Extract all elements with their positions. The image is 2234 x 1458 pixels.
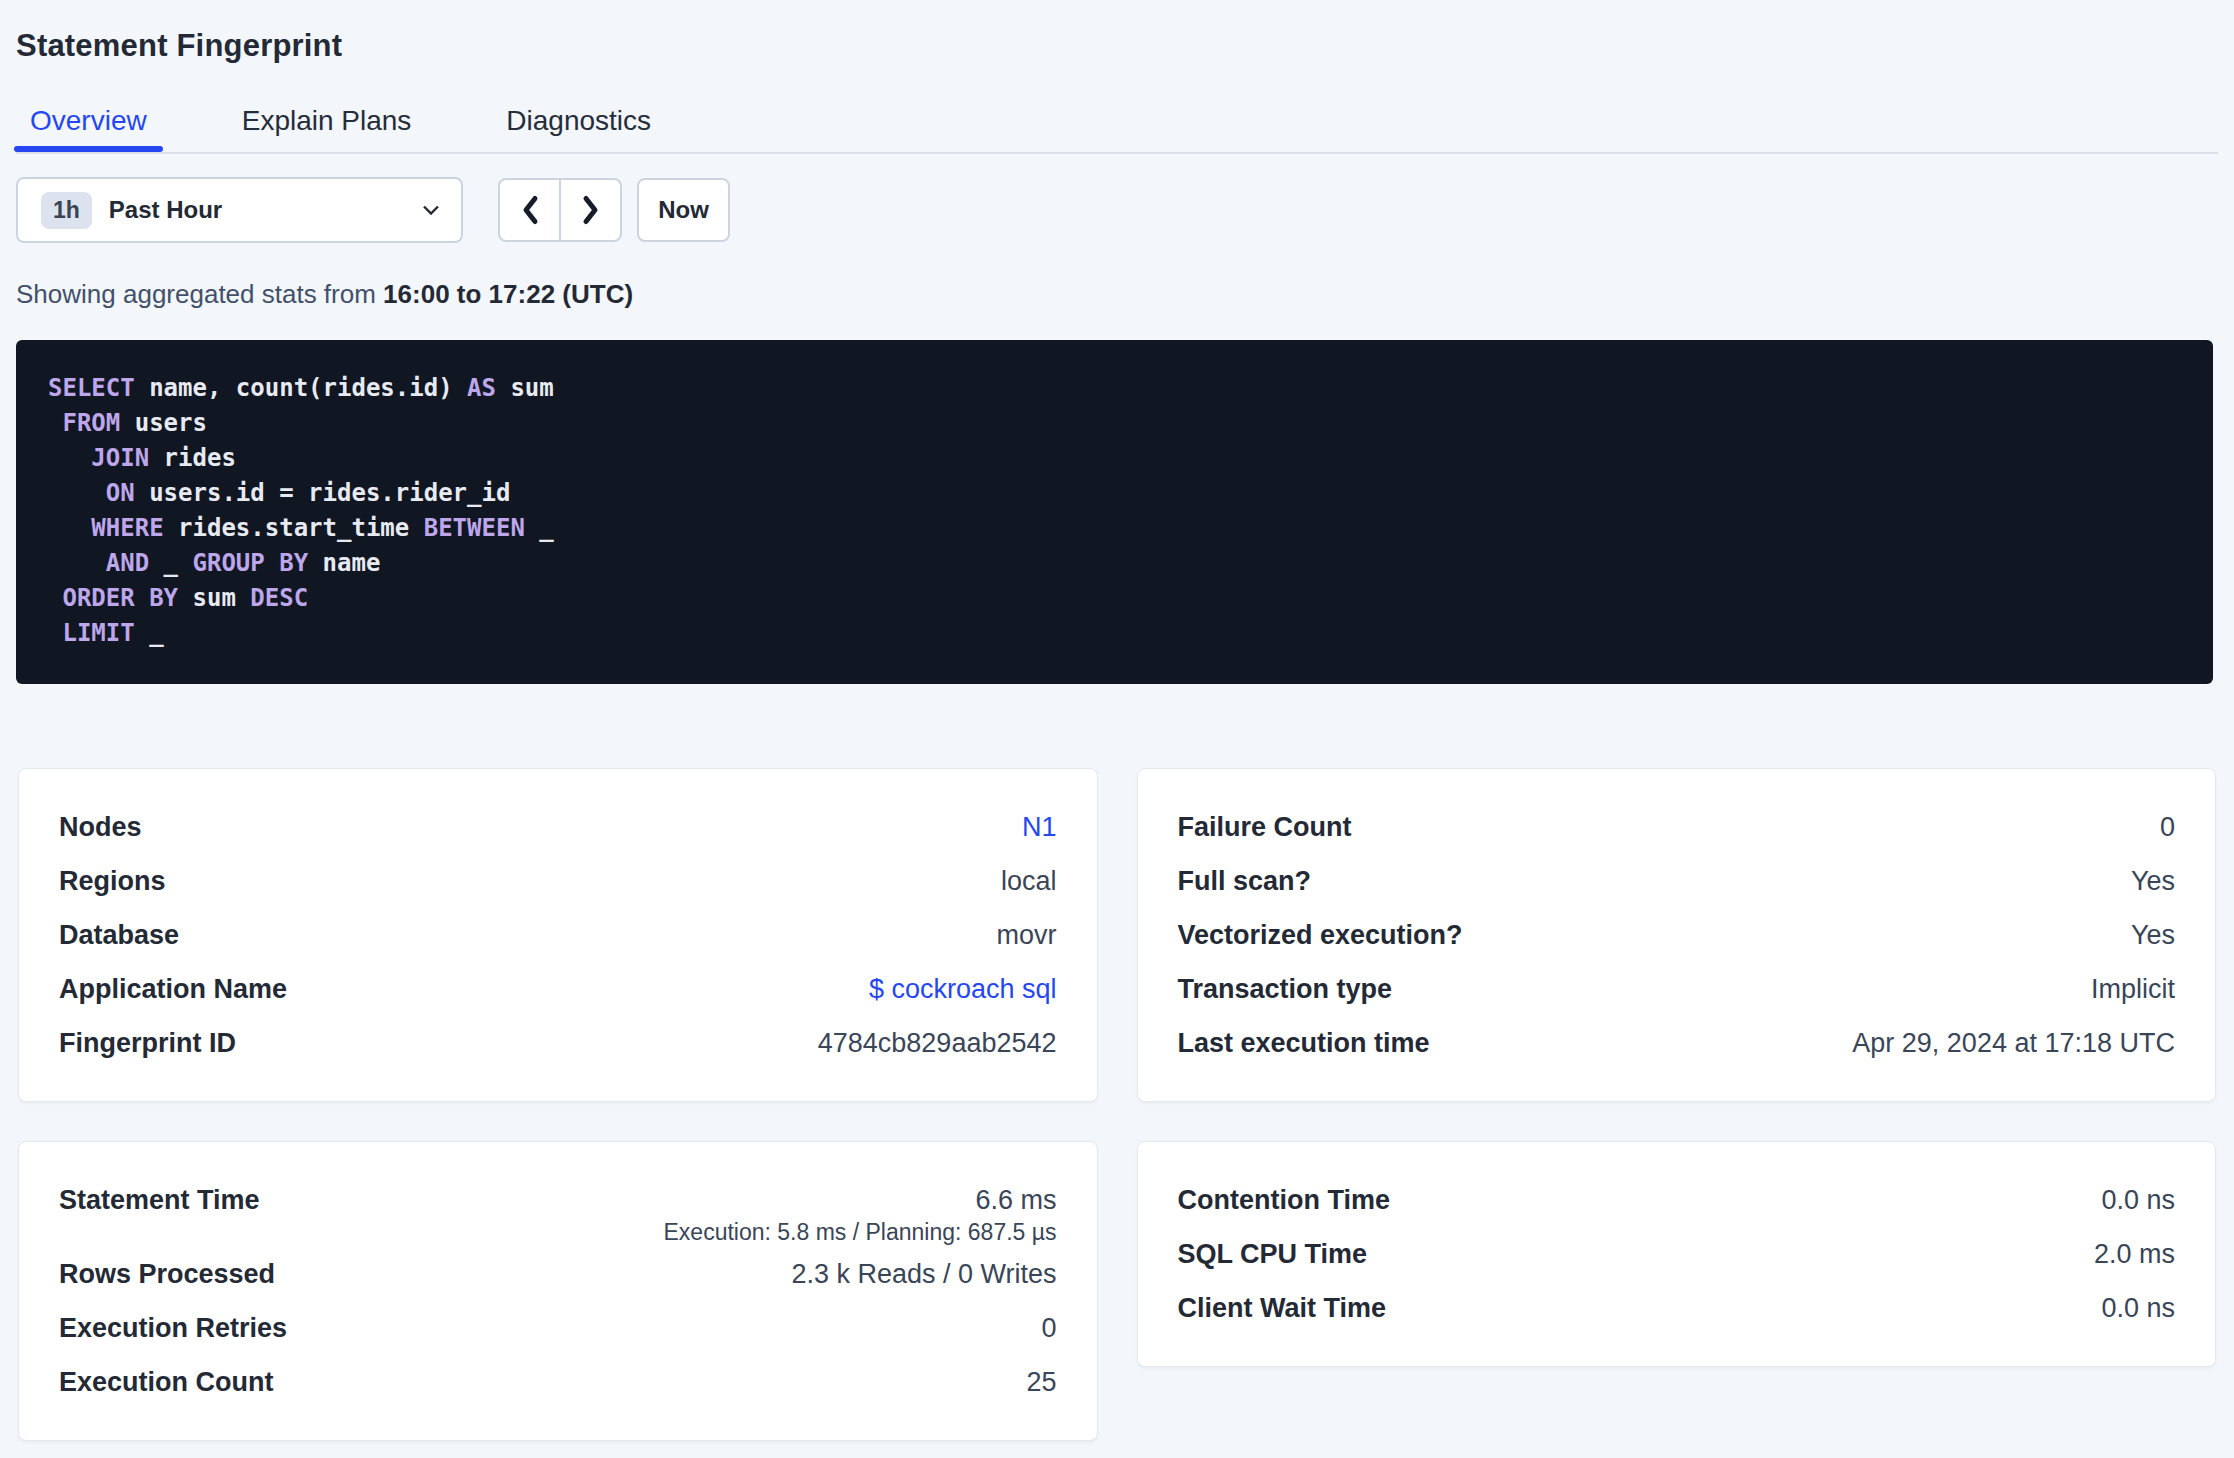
- stat-value-link[interactable]: $ cockroach sql: [869, 974, 1057, 1005]
- page-title: Statement Fingerprint: [16, 0, 2218, 61]
- stat-subvalue: Execution: 5.8 ms / Planning: 687.5 µs: [59, 1219, 1057, 1247]
- stats-prefix: Showing aggregated stats from: [16, 279, 376, 309]
- stat-label: Vectorized execution?: [1178, 920, 1463, 951]
- stat-value: 6.6 ms: [975, 1185, 1056, 1216]
- stat-label: Transaction type: [1178, 974, 1393, 1005]
- summary-cards: Nodes N1 Regions local Database movr Applicati…: [16, 768, 2218, 1441]
- tab-overview[interactable]: Overview: [28, 107, 149, 152]
- stat-label: Contention Time: [1178, 1185, 1391, 1216]
- statement-details-card: Nodes N1 Regions local Database movr Applicati…: [18, 768, 1098, 1102]
- stat-value: Apr 29, 2024 at 17:18 UTC: [1852, 1028, 2175, 1059]
- stat-row: Regions local: [59, 854, 1057, 908]
- statement-times-card: Statement Time 6.6 ms Execution: 5.8 ms / …: [18, 1141, 1098, 1441]
- stat-label: Database: [59, 920, 179, 951]
- stat-row: Vectorized execution? Yes: [1178, 908, 2176, 962]
- chevron-down-icon: [419, 198, 443, 222]
- stat-label: Rows Processed: [59, 1259, 275, 1290]
- stat-value: Yes: [2131, 866, 2175, 897]
- stat-row: Nodes N1: [59, 800, 1057, 854]
- stat-value: 25: [1026, 1367, 1056, 1398]
- next-interval-button[interactable]: [559, 180, 620, 240]
- stat-value: 0.0 ns: [2101, 1185, 2175, 1216]
- stat-row: Contention Time 0.0 ns: [1178, 1173, 2176, 1227]
- stat-label: Execution Count: [59, 1367, 274, 1398]
- interval-label: Past Hour: [109, 196, 419, 224]
- stat-value: 0: [2160, 812, 2175, 843]
- stat-row: Application Name $ cockroach sql: [59, 962, 1057, 1016]
- stat-value: 0: [1041, 1313, 1056, 1344]
- now-button[interactable]: Now: [637, 178, 730, 242]
- stat-label: Application Name: [59, 974, 287, 1005]
- stat-label: Execution Retries: [59, 1313, 287, 1344]
- interval-nav: [498, 178, 622, 242]
- stat-row: Execution Count 25: [59, 1355, 1057, 1409]
- stat-label: SQL CPU Time: [1178, 1239, 1368, 1270]
- stat-value: 2.3 k Reads / 0 Writes: [791, 1259, 1056, 1290]
- stat-row: Failure Count 0: [1178, 800, 2176, 854]
- stat-value: 2.0 ms: [2094, 1239, 2175, 1270]
- stat-row: Execution Retries 0: [59, 1301, 1057, 1355]
- stat-label: Client Wait Time: [1178, 1293, 1387, 1324]
- tab-list: Overview Explain Plans Diagnostics: [16, 107, 2218, 152]
- stat-row: Rows Processed 2.3 k Reads / 0 Writes: [59, 1247, 1057, 1301]
- sql-statement: SELECT name, count(rides.id) AS sum FROM…: [16, 340, 2213, 684]
- stat-row: Transaction type Implicit: [1178, 962, 2176, 1016]
- stat-value: 0.0 ns: [2101, 1293, 2175, 1324]
- stat-row: Fingerprint ID 4784cb829aab2542: [59, 1016, 1057, 1070]
- stat-label: Last execution time: [1178, 1028, 1430, 1059]
- chevron-left-icon: [519, 194, 541, 226]
- time-interval-select[interactable]: 1h Past Hour: [16, 177, 463, 243]
- stat-value: Implicit: [2091, 974, 2175, 1005]
- stat-value: movr: [997, 920, 1057, 951]
- interval-badge: 1h: [41, 192, 92, 229]
- stat-row: Client Wait Time 0.0 ns: [1178, 1281, 2176, 1335]
- time-controls: 1h Past Hour Now: [16, 177, 2218, 243]
- tab-bar: Overview Explain Plans Diagnostics: [16, 107, 2218, 154]
- statement-fingerprint-page: Statement Fingerprint Overview Explain Pl…: [0, 0, 2234, 1441]
- stat-row: SQL CPU Time 2.0 ms: [1178, 1227, 2176, 1281]
- stat-row: Last execution time Apr 29, 2024 at 17:18…: [1178, 1016, 2176, 1070]
- stat-label: Full scan?: [1178, 866, 1312, 897]
- stat-value: local: [1001, 866, 1057, 897]
- stat-value: 4784cb829aab2542: [818, 1028, 1057, 1059]
- tab-explain-plans[interactable]: Explain Plans: [240, 107, 414, 152]
- aggregated-stats-line: Showing aggregated stats from 16:00 to 1…: [16, 279, 2218, 309]
- stat-label: Failure Count: [1178, 812, 1352, 843]
- stats-range: 16:00 to 17:22 (UTC): [383, 279, 633, 309]
- execution-attributes-card: Failure Count0Full scan?YesVectorized ex…: [1137, 768, 2217, 1102]
- prev-interval-button[interactable]: [500, 180, 559, 240]
- stat-label: Regions: [59, 866, 166, 897]
- stat-row: Database movr: [59, 908, 1057, 962]
- stat-label: Fingerprint ID: [59, 1028, 236, 1059]
- stat-row: Full scan? Yes: [1178, 854, 2176, 908]
- stat-label: Statement Time: [59, 1185, 260, 1216]
- stat-value: Yes: [2131, 920, 2175, 951]
- chevron-right-icon: [580, 194, 602, 226]
- stat-label: Nodes: [59, 812, 142, 843]
- stat-value-link[interactable]: N1: [1022, 812, 1057, 843]
- tab-bar-rule: [16, 152, 2218, 154]
- tab-diagnostics[interactable]: Diagnostics: [504, 107, 653, 152]
- wait-times-card: Contention Time 0.0 ns SQL CPU Time 2.0 ms C…: [1137, 1141, 2217, 1367]
